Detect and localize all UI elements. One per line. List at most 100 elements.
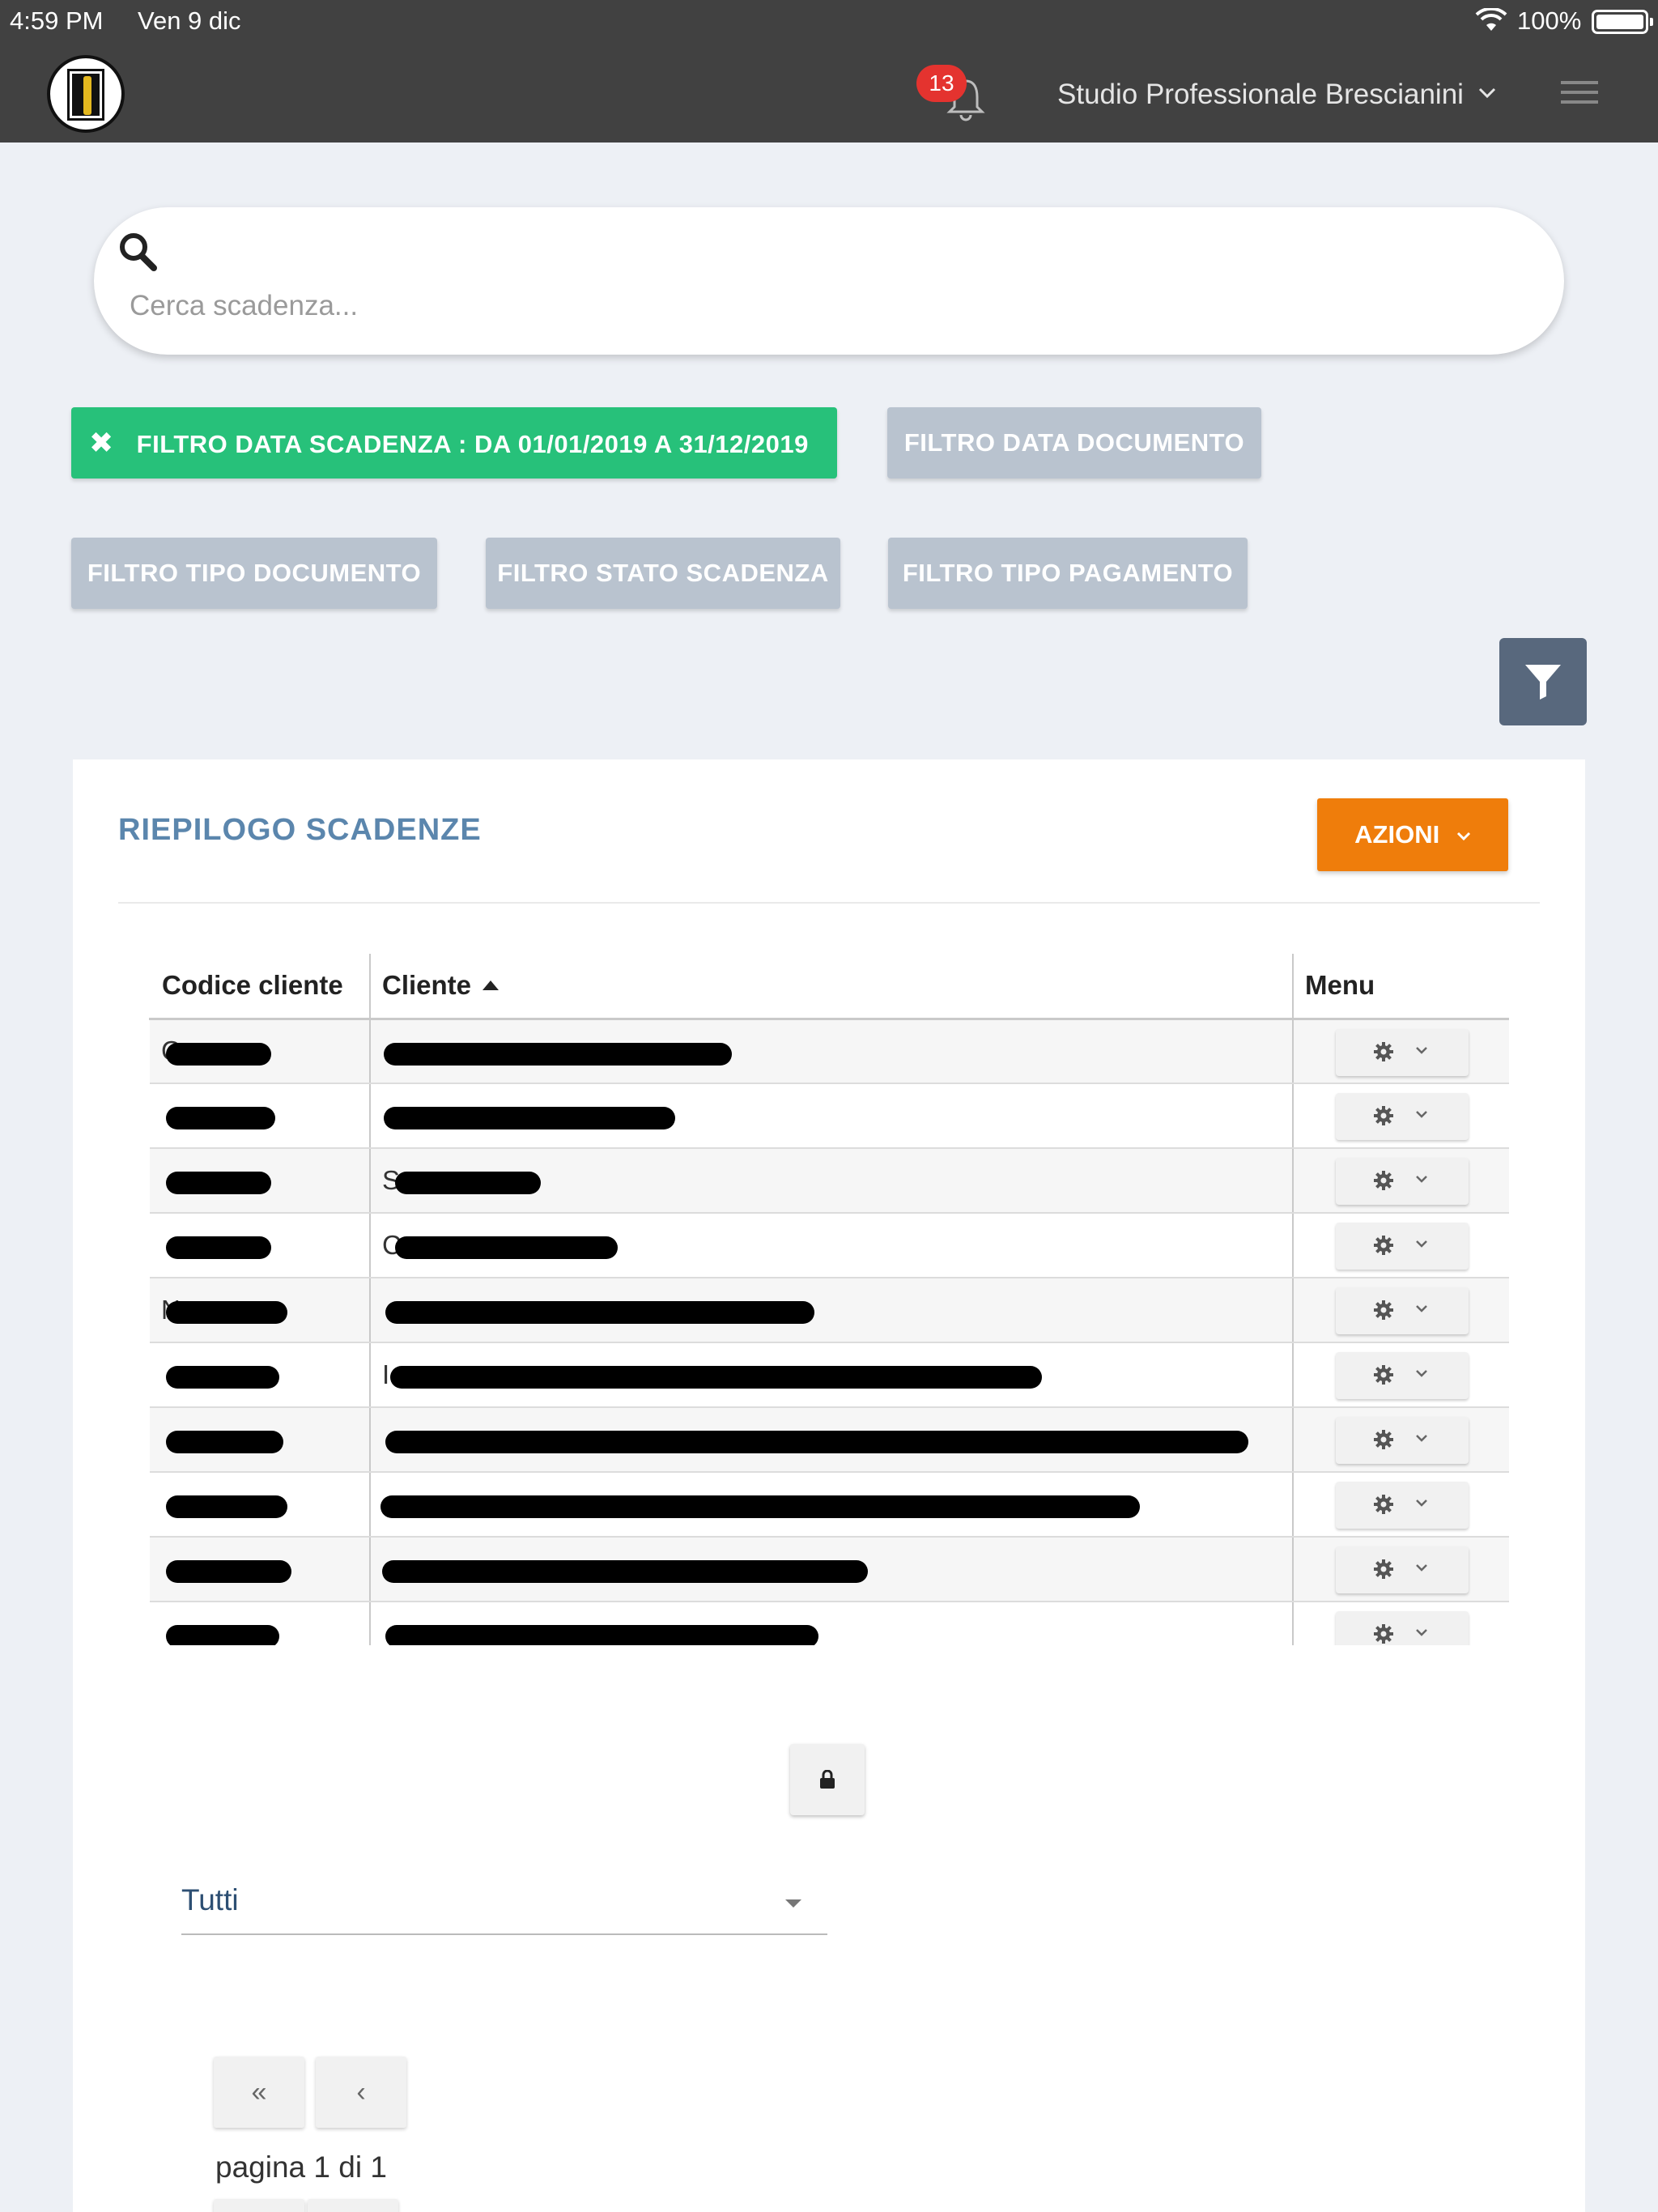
redaction-mark: [166, 1172, 271, 1194]
cell-menu: [1292, 1148, 1509, 1214]
card-title: RIEPILOGO SCADENZE: [118, 813, 482, 847]
filter-tipo-pagamento-button[interactable]: FILTRO TIPO PAGAMENTO: [888, 538, 1248, 609]
lock-button[interactable]: [790, 1744, 865, 1815]
redaction-mark: [395, 1236, 618, 1259]
redaction-mark: [166, 1560, 291, 1583]
cell-cliente: [369, 1083, 1293, 1149]
row-menu-button[interactable]: [1336, 1611, 1469, 1645]
chevron-down-icon: [1416, 1564, 1427, 1572]
cell-menu: [1292, 1602, 1509, 1645]
row-menu-button[interactable]: [1336, 1028, 1469, 1076]
filter-tipo-documento-button[interactable]: FILTRO TIPO DOCUMENTO: [71, 538, 437, 609]
cell-codice-cliente: N: [150, 1278, 370, 1343]
table-row[interactable]: N: [150, 1278, 1509, 1343]
cell-menu: [1292, 1019, 1509, 1084]
row-menu-button[interactable]: [1336, 1546, 1469, 1593]
column-header-codice[interactable]: Codice cliente: [149, 954, 370, 1020]
app-logo[interactable]: [47, 55, 125, 133]
filter-stato-scadenza-button[interactable]: FILTRO STATO SCADENZA: [486, 538, 840, 609]
studio-selector[interactable]: Studio Professionale Brescianini: [1057, 79, 1464, 111]
chevron-down-icon: [1416, 1111, 1427, 1118]
next-page-button[interactable]: ›: [214, 2199, 304, 2212]
cell-menu: [1292, 1342, 1509, 1408]
redaction-mark: [382, 1560, 868, 1583]
close-icon[interactable]: ✖: [89, 426, 114, 459]
chevron-down-icon: [1416, 1240, 1427, 1248]
row-menu-button[interactable]: [1336, 1093, 1469, 1140]
filter-toggle-button[interactable]: [1499, 638, 1587, 725]
redaction-mark: [166, 1495, 287, 1518]
filter-value: DA 01/01/2019 A 31/12/2019: [474, 430, 809, 458]
table-header-row: Codice cliente Cliente Menu: [149, 954, 1509, 1020]
lock-icon: [820, 1770, 835, 1789]
table-row[interactable]: S: [150, 1148, 1509, 1214]
row-menu-button[interactable]: [1336, 1482, 1469, 1529]
table-row[interactable]: C: [150, 1019, 1509, 1084]
status-date: Ven 9 dic: [138, 6, 241, 35]
pagination-label: pagina 1 di 1: [215, 2150, 387, 2184]
chevron-down-icon: [1416, 1499, 1427, 1507]
cell-codice-cliente: [150, 1213, 370, 1278]
divider: [118, 902, 1540, 904]
scadenze-table: Codice cliente Cliente Menu CSCNI: [149, 954, 1509, 1645]
chevron-down-icon: [1416, 1435, 1427, 1442]
table-row[interactable]: [150, 1602, 1509, 1645]
cell-menu: [1292, 1083, 1509, 1149]
column-header-cliente[interactable]: Cliente: [369, 954, 1293, 1020]
cell-codice-cliente: [150, 1602, 370, 1645]
page-size-select[interactable]: Tutti: [181, 1870, 827, 1935]
riepilogo-card: RIEPILOGO SCADENZE AZIONI Codice cliente…: [73, 759, 1585, 2212]
cell-menu: [1292, 1472, 1509, 1538]
table-row[interactable]: [150, 1537, 1509, 1602]
chevron-down-icon: [1416, 1370, 1427, 1377]
table-row[interactable]: I: [150, 1342, 1509, 1408]
redaction-mark: [166, 1625, 279, 1645]
notification-badge[interactable]: 13: [916, 65, 967, 102]
gear-icon: [1374, 1559, 1393, 1579]
search-input[interactable]: [130, 282, 1506, 330]
cell-cliente: I: [369, 1342, 1293, 1408]
last-page-button[interactable]: »: [308, 2199, 398, 2212]
table-row[interactable]: [150, 1472, 1509, 1538]
row-menu-button[interactable]: [1336, 1417, 1469, 1464]
row-menu-button[interactable]: [1336, 1352, 1469, 1399]
table-row[interactable]: [150, 1407, 1509, 1473]
top-navbar: 13 Studio Professionale Brescianini: [0, 42, 1658, 143]
cell-menu: [1292, 1407, 1509, 1473]
gear-icon: [1374, 1041, 1393, 1061]
cell-cliente: [369, 1537, 1293, 1602]
status-time: 4:59 PM: [10, 6, 104, 35]
cell-cliente: C: [369, 1213, 1293, 1278]
hamburger-menu-icon[interactable]: [1561, 81, 1598, 110]
prev-page-button[interactable]: ‹: [316, 2057, 406, 2128]
chevron-down-icon: [1416, 1305, 1427, 1312]
redaction-mark: [390, 1366, 1042, 1389]
redaction-mark: [166, 1366, 279, 1389]
filter-data-documento-button[interactable]: FILTRO DATA DOCUMENTO: [887, 407, 1261, 479]
redaction-mark: [385, 1431, 1248, 1453]
table-row[interactable]: C: [150, 1213, 1509, 1278]
cell-cliente: S: [369, 1148, 1293, 1214]
chevron-down-icon: [1416, 1046, 1427, 1054]
row-menu-button[interactable]: [1336, 1223, 1469, 1270]
row-menu-button[interactable]: [1336, 1287, 1469, 1334]
filter-data-scadenza-button[interactable]: ✖ FILTRO DATA SCADENZA : DA 01/01/2019 A …: [71, 407, 837, 479]
page-size-value: Tutti: [181, 1883, 239, 1916]
cell-menu: [1292, 1213, 1509, 1278]
azioni-dropdown-button[interactable]: AZIONI: [1317, 798, 1508, 871]
redaction-mark: [384, 1042, 732, 1066]
cell-codice-cliente: [150, 1342, 370, 1408]
cell-codice-cliente: [150, 1148, 370, 1214]
cell-cliente: [369, 1407, 1293, 1473]
funnel-icon: [1525, 665, 1561, 700]
chevron-down-icon: [1456, 832, 1470, 840]
first-page-button[interactable]: «: [214, 2057, 304, 2128]
table-row[interactable]: [150, 1083, 1509, 1149]
cell-cliente: [369, 1602, 1293, 1645]
redaction-mark: [380, 1495, 1140, 1518]
scadenze-table-scroll[interactable]: Codice cliente Cliente Menu CSCNI: [149, 954, 1509, 1645]
redaction-mark: [166, 1301, 287, 1324]
row-menu-button[interactable]: [1336, 1158, 1469, 1205]
chevron-down-icon[interactable]: [1478, 87, 1496, 99]
cell-cliente: [369, 1278, 1293, 1343]
